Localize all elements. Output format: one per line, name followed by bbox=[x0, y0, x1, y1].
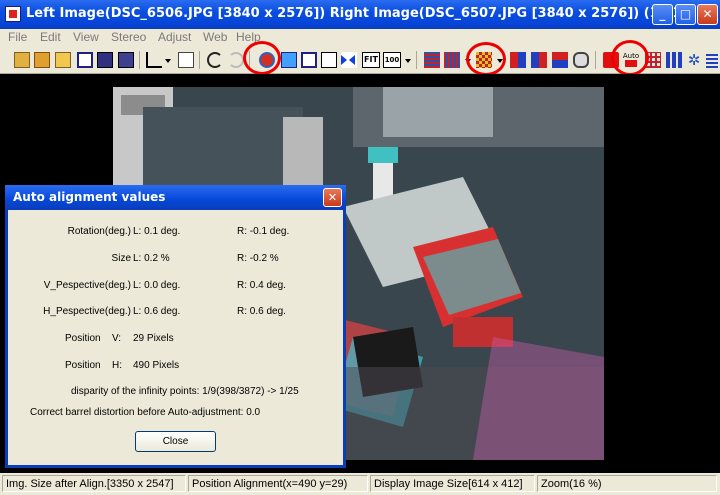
menu-view[interactable]: View bbox=[73, 30, 99, 44]
menu-web[interactable]: Web bbox=[203, 30, 227, 44]
app-icon[interactable] bbox=[5, 6, 21, 22]
more-tools-icon[interactable] bbox=[706, 52, 718, 68]
annotation-circle-swap bbox=[243, 41, 281, 75]
status-bar: Img. Size after Align.[3350 x 2547] Posi… bbox=[0, 473, 720, 495]
rotation-right-value: R: -0.1 deg. bbox=[237, 226, 290, 237]
crop-dropdown-icon[interactable] bbox=[165, 59, 171, 63]
glasses-icon[interactable] bbox=[573, 52, 589, 68]
rotation-left-value: L: 0.1 deg. bbox=[133, 226, 181, 237]
crop-icon[interactable] bbox=[146, 52, 162, 68]
menu-file[interactable]: File bbox=[8, 30, 27, 44]
move-icon[interactable] bbox=[178, 52, 194, 68]
size-label: Size bbox=[111, 253, 131, 264]
view-left-icon[interactable] bbox=[281, 52, 297, 68]
menu-bar: File Edit View Stereo Adjust Web Help bbox=[0, 29, 720, 47]
column-interlace-icon[interactable] bbox=[444, 52, 460, 68]
position-h-label: Position bbox=[65, 360, 101, 371]
menu-adjust[interactable]: Adjust bbox=[158, 30, 191, 44]
arrows-icon[interactable] bbox=[341, 52, 357, 68]
position-v-value: 29 Pixels bbox=[133, 333, 174, 344]
cross-view-icon[interactable] bbox=[531, 52, 547, 68]
dialog-title-bar[interactable]: Auto alignment values ✕ bbox=[5, 185, 346, 210]
interlace-icon[interactable] bbox=[424, 52, 440, 68]
fit-icon[interactable]: FIT bbox=[362, 52, 380, 68]
size-left-value: L: 0.2 % bbox=[133, 253, 170, 264]
auto-alignment-dialog: Auto alignment values ✕ Rotation(deg.) L… bbox=[5, 185, 346, 468]
h-perspective-right-value: R: 0.6 deg. bbox=[237, 306, 286, 317]
window-icon[interactable] bbox=[77, 52, 93, 68]
status-display-size: Display Image Size[614 x 412] bbox=[370, 475, 535, 492]
status-image-size: Img. Size after Align.[3350 x 2547] bbox=[2, 475, 186, 492]
status-zoom: Zoom(16 %) bbox=[537, 475, 717, 492]
save-all-icon[interactable] bbox=[118, 52, 134, 68]
annotation-circle-checker bbox=[466, 42, 506, 76]
menu-edit[interactable]: Edit bbox=[40, 30, 61, 44]
h-perspective-left-value: L: 0.6 deg. bbox=[133, 306, 181, 317]
redo-icon[interactable] bbox=[228, 52, 244, 68]
position-v-axis: V: bbox=[112, 333, 122, 344]
position-h-axis: H: bbox=[112, 360, 122, 371]
v-perspective-label: V_Pespective(deg.) bbox=[43, 280, 131, 291]
open-folder-icon[interactable] bbox=[55, 52, 71, 68]
side-by-side-icon[interactable] bbox=[510, 52, 526, 68]
dialog-title: Auto alignment values bbox=[13, 190, 166, 204]
undo-icon[interactable] bbox=[207, 52, 223, 68]
size-right-value: R: -0.2 % bbox=[237, 253, 279, 264]
position-v-label: Position bbox=[65, 333, 101, 344]
menu-stereo[interactable]: Stereo bbox=[111, 30, 146, 44]
view-right-icon[interactable] bbox=[301, 52, 317, 68]
close-window-button[interactable]: ✕ bbox=[697, 4, 718, 25]
h-perspective-label: H_Pespective(deg.) bbox=[43, 306, 131, 317]
rotation-label: Rotation(deg.) bbox=[67, 226, 131, 237]
v-perspective-right-value: R: 0.4 deg. bbox=[237, 280, 286, 291]
star-icon[interactable]: ✲ bbox=[686, 52, 702, 68]
disparity-text: disparity of the infinity points: 1/9(39… bbox=[71, 386, 299, 397]
close-button[interactable]: Close bbox=[135, 431, 216, 452]
zoom-dropdown-icon[interactable] bbox=[405, 59, 411, 63]
zoom-100-icon[interactable]: 100 bbox=[383, 52, 401, 68]
title-bar[interactable]: Left Image(DSC_6506.JPG [3840 x 2576]) R… bbox=[0, 0, 720, 29]
window-title: Left Image(DSC_6506.JPG [3840 x 2576]) R… bbox=[26, 6, 697, 21]
open-left-folder-icon[interactable] bbox=[14, 52, 30, 68]
barrel-distortion-text: Correct barrel distortion before Auto-ad… bbox=[30, 407, 261, 418]
dialog-close-icon[interactable]: ✕ bbox=[323, 188, 342, 207]
over-under-icon[interactable] bbox=[552, 52, 568, 68]
open-right-folder-icon[interactable] bbox=[34, 52, 50, 68]
save-icon[interactable] bbox=[97, 52, 113, 68]
annotation-circle-auto bbox=[611, 40, 649, 76]
status-position-alignment: Position Alignment(x=490 y=29) bbox=[188, 475, 368, 492]
columns-icon[interactable] bbox=[666, 52, 682, 68]
minimize-button[interactable]: _ bbox=[652, 4, 673, 25]
position-h-value: 490 Pixels bbox=[133, 360, 180, 371]
maximize-button[interactable]: □ bbox=[675, 4, 696, 25]
fit-window-icon[interactable] bbox=[321, 52, 337, 68]
dialog-body: Rotation(deg.) L: 0.1 deg. R: -0.1 deg. … bbox=[8, 210, 343, 465]
v-perspective-left-value: L: 0.0 deg. bbox=[133, 280, 181, 291]
